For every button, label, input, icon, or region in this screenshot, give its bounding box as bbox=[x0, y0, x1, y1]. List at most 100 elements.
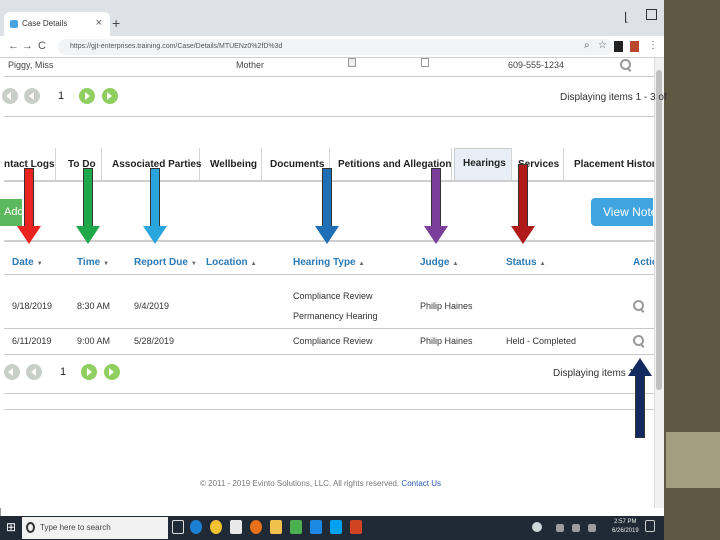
first-page-button[interactable] bbox=[4, 364, 20, 380]
column-header-actions: Actio bbox=[633, 257, 654, 268]
tab-wellbeing[interactable]: Wellbeing bbox=[202, 148, 262, 180]
skype-icon[interactable] bbox=[330, 520, 342, 534]
star-icon[interactable]: ☆ bbox=[598, 40, 607, 51]
back-icon[interactable]: ← bbox=[8, 40, 19, 52]
browser-tab-title: Case Details bbox=[22, 19, 68, 28]
sort-asc-icon: ▲ bbox=[539, 261, 546, 267]
annotation-arrow-status bbox=[511, 164, 535, 244]
volume-icon[interactable] bbox=[588, 524, 596, 532]
sort-desc-icon: ▼ bbox=[103, 261, 110, 267]
outlook-icon[interactable] bbox=[310, 520, 322, 534]
maximize-icon[interactable] bbox=[646, 9, 657, 20]
edge-icon[interactable] bbox=[190, 520, 202, 534]
column-label: Report Due bbox=[134, 257, 188, 268]
taskbar-search-input[interactable]: Type here to search bbox=[22, 517, 168, 539]
contact-us-link[interactable]: Contact Us bbox=[401, 479, 441, 488]
next-page-button[interactable] bbox=[79, 88, 95, 104]
next-page-button[interactable] bbox=[81, 364, 97, 380]
divider bbox=[4, 116, 654, 117]
view-hearing-icon[interactable] bbox=[633, 300, 645, 313]
checked-checkbox[interactable] bbox=[348, 58, 356, 67]
browser-tab[interactable]: Case Details × bbox=[4, 12, 110, 36]
column-label: Location bbox=[206, 257, 248, 268]
prev-page-button[interactable] bbox=[26, 364, 42, 380]
reload-icon[interactable]: C bbox=[38, 40, 46, 52]
tab-hearings[interactable]: Hearings bbox=[454, 148, 512, 180]
add-button[interactable]: Add bbox=[0, 199, 24, 226]
first-page-button[interactable] bbox=[2, 88, 18, 104]
favicon-icon bbox=[10, 20, 18, 28]
column-header-location[interactable]: Location ▲ bbox=[206, 257, 257, 268]
tray-icon[interactable] bbox=[556, 524, 564, 532]
annotation-arrow-action bbox=[628, 358, 652, 438]
task-view-icon[interactable] bbox=[172, 520, 184, 534]
notifications-icon[interactable] bbox=[645, 520, 655, 532]
annotation-arrow-date bbox=[17, 168, 41, 244]
taskbar-clock[interactable]: 2:57 PM 6/26/2019 bbox=[612, 518, 639, 536]
app-icon[interactable] bbox=[290, 520, 302, 534]
windows-start-icon[interactable]: ⊞ bbox=[6, 520, 16, 534]
cell-hearing-type: Compliance Review bbox=[293, 291, 373, 301]
unchecked-checkbox[interactable] bbox=[421, 58, 429, 67]
firefox-icon[interactable] bbox=[250, 520, 262, 534]
column-label: Hearing Type bbox=[293, 257, 356, 268]
cortana-icon bbox=[26, 522, 35, 533]
address-bar[interactable]: https://gjt-enterprises.training.com/Cas… bbox=[58, 39, 613, 55]
clock-date: 6/26/2019 bbox=[612, 528, 639, 534]
prev-page-button[interactable] bbox=[24, 88, 40, 104]
column-header-status[interactable]: Status ▲ bbox=[506, 257, 546, 268]
chrome-icon[interactable] bbox=[210, 520, 222, 534]
annotation-arrow-report-due bbox=[143, 168, 167, 244]
annotation-arrow-judge bbox=[424, 168, 448, 244]
copyright-text: © 2011 - 2019 Evinto Solutions, LLC. All… bbox=[200, 479, 400, 488]
view-notes-button[interactable]: View Notes bbox=[591, 198, 653, 226]
column-label: Date bbox=[12, 257, 34, 268]
forward-icon[interactable]: → bbox=[22, 40, 33, 52]
last-page-button[interactable] bbox=[102, 88, 118, 104]
column-header-time[interactable]: Time ▼ bbox=[77, 257, 109, 268]
column-header-judge[interactable]: Judge ▲ bbox=[420, 257, 458, 268]
file-explorer-icon[interactable] bbox=[270, 520, 282, 534]
cell-time: 8:30 AM bbox=[77, 301, 111, 311]
cell-date: 9/18/2019 bbox=[12, 301, 53, 311]
cell-status: Held - Completed bbox=[506, 336, 577, 346]
cell-date: 6/11/2019 bbox=[12, 336, 52, 346]
column-header-hearing-type[interactable]: Hearing Type ▲ bbox=[293, 257, 365, 268]
minimize-icon[interactable]: ⌊ bbox=[624, 10, 629, 24]
divider bbox=[4, 393, 654, 394]
close-tab-icon[interactable]: × bbox=[96, 17, 102, 29]
sort-desc-icon: ▼ bbox=[36, 261, 43, 267]
column-header-report-due[interactable]: Report Due ▼ bbox=[134, 257, 197, 268]
divider bbox=[4, 409, 654, 410]
cell-judge: Philip Haines bbox=[420, 336, 473, 346]
slide-side-panel-accent bbox=[666, 432, 720, 488]
powerpoint-icon[interactable] bbox=[350, 520, 362, 534]
store-icon[interactable] bbox=[230, 520, 242, 534]
page-content bbox=[0, 58, 656, 508]
scrollbar-thumb[interactable] bbox=[656, 70, 662, 390]
tray-icon[interactable] bbox=[532, 522, 542, 532]
party-name: Piggy, Miss bbox=[8, 60, 54, 70]
page-number: 1 bbox=[58, 90, 65, 102]
tab-placement-history[interactable]: Placement History bbox=[566, 148, 654, 180]
network-icon[interactable] bbox=[572, 524, 580, 532]
sort-desc-icon: ▼ bbox=[190, 261, 197, 267]
sort-asc-icon: ▲ bbox=[452, 261, 459, 267]
clock-time: 2:57 PM bbox=[614, 519, 637, 525]
new-tab-button[interactable]: + bbox=[112, 15, 120, 31]
view-hearing-icon[interactable] bbox=[633, 335, 645, 348]
extension-icon[interactable] bbox=[630, 41, 639, 52]
divider bbox=[4, 328, 654, 329]
divider bbox=[4, 354, 654, 355]
cell-judge: Philip Haines bbox=[420, 301, 473, 311]
sort-asc-icon: ▲ bbox=[250, 261, 257, 267]
column-label: Judge bbox=[420, 257, 450, 268]
column-label: Status bbox=[506, 257, 537, 268]
magnifier-icon[interactable] bbox=[620, 59, 632, 72]
last-page-button[interactable] bbox=[104, 364, 120, 380]
extension-icon[interactable] bbox=[614, 41, 623, 52]
cell-hearing-type: Permanency Hearing bbox=[293, 311, 378, 321]
search-page-icon[interactable]: ⌕ bbox=[584, 40, 590, 51]
browser-menu-icon[interactable]: ⋮ bbox=[648, 40, 658, 51]
column-header-date[interactable]: Date ▼ bbox=[12, 257, 43, 268]
